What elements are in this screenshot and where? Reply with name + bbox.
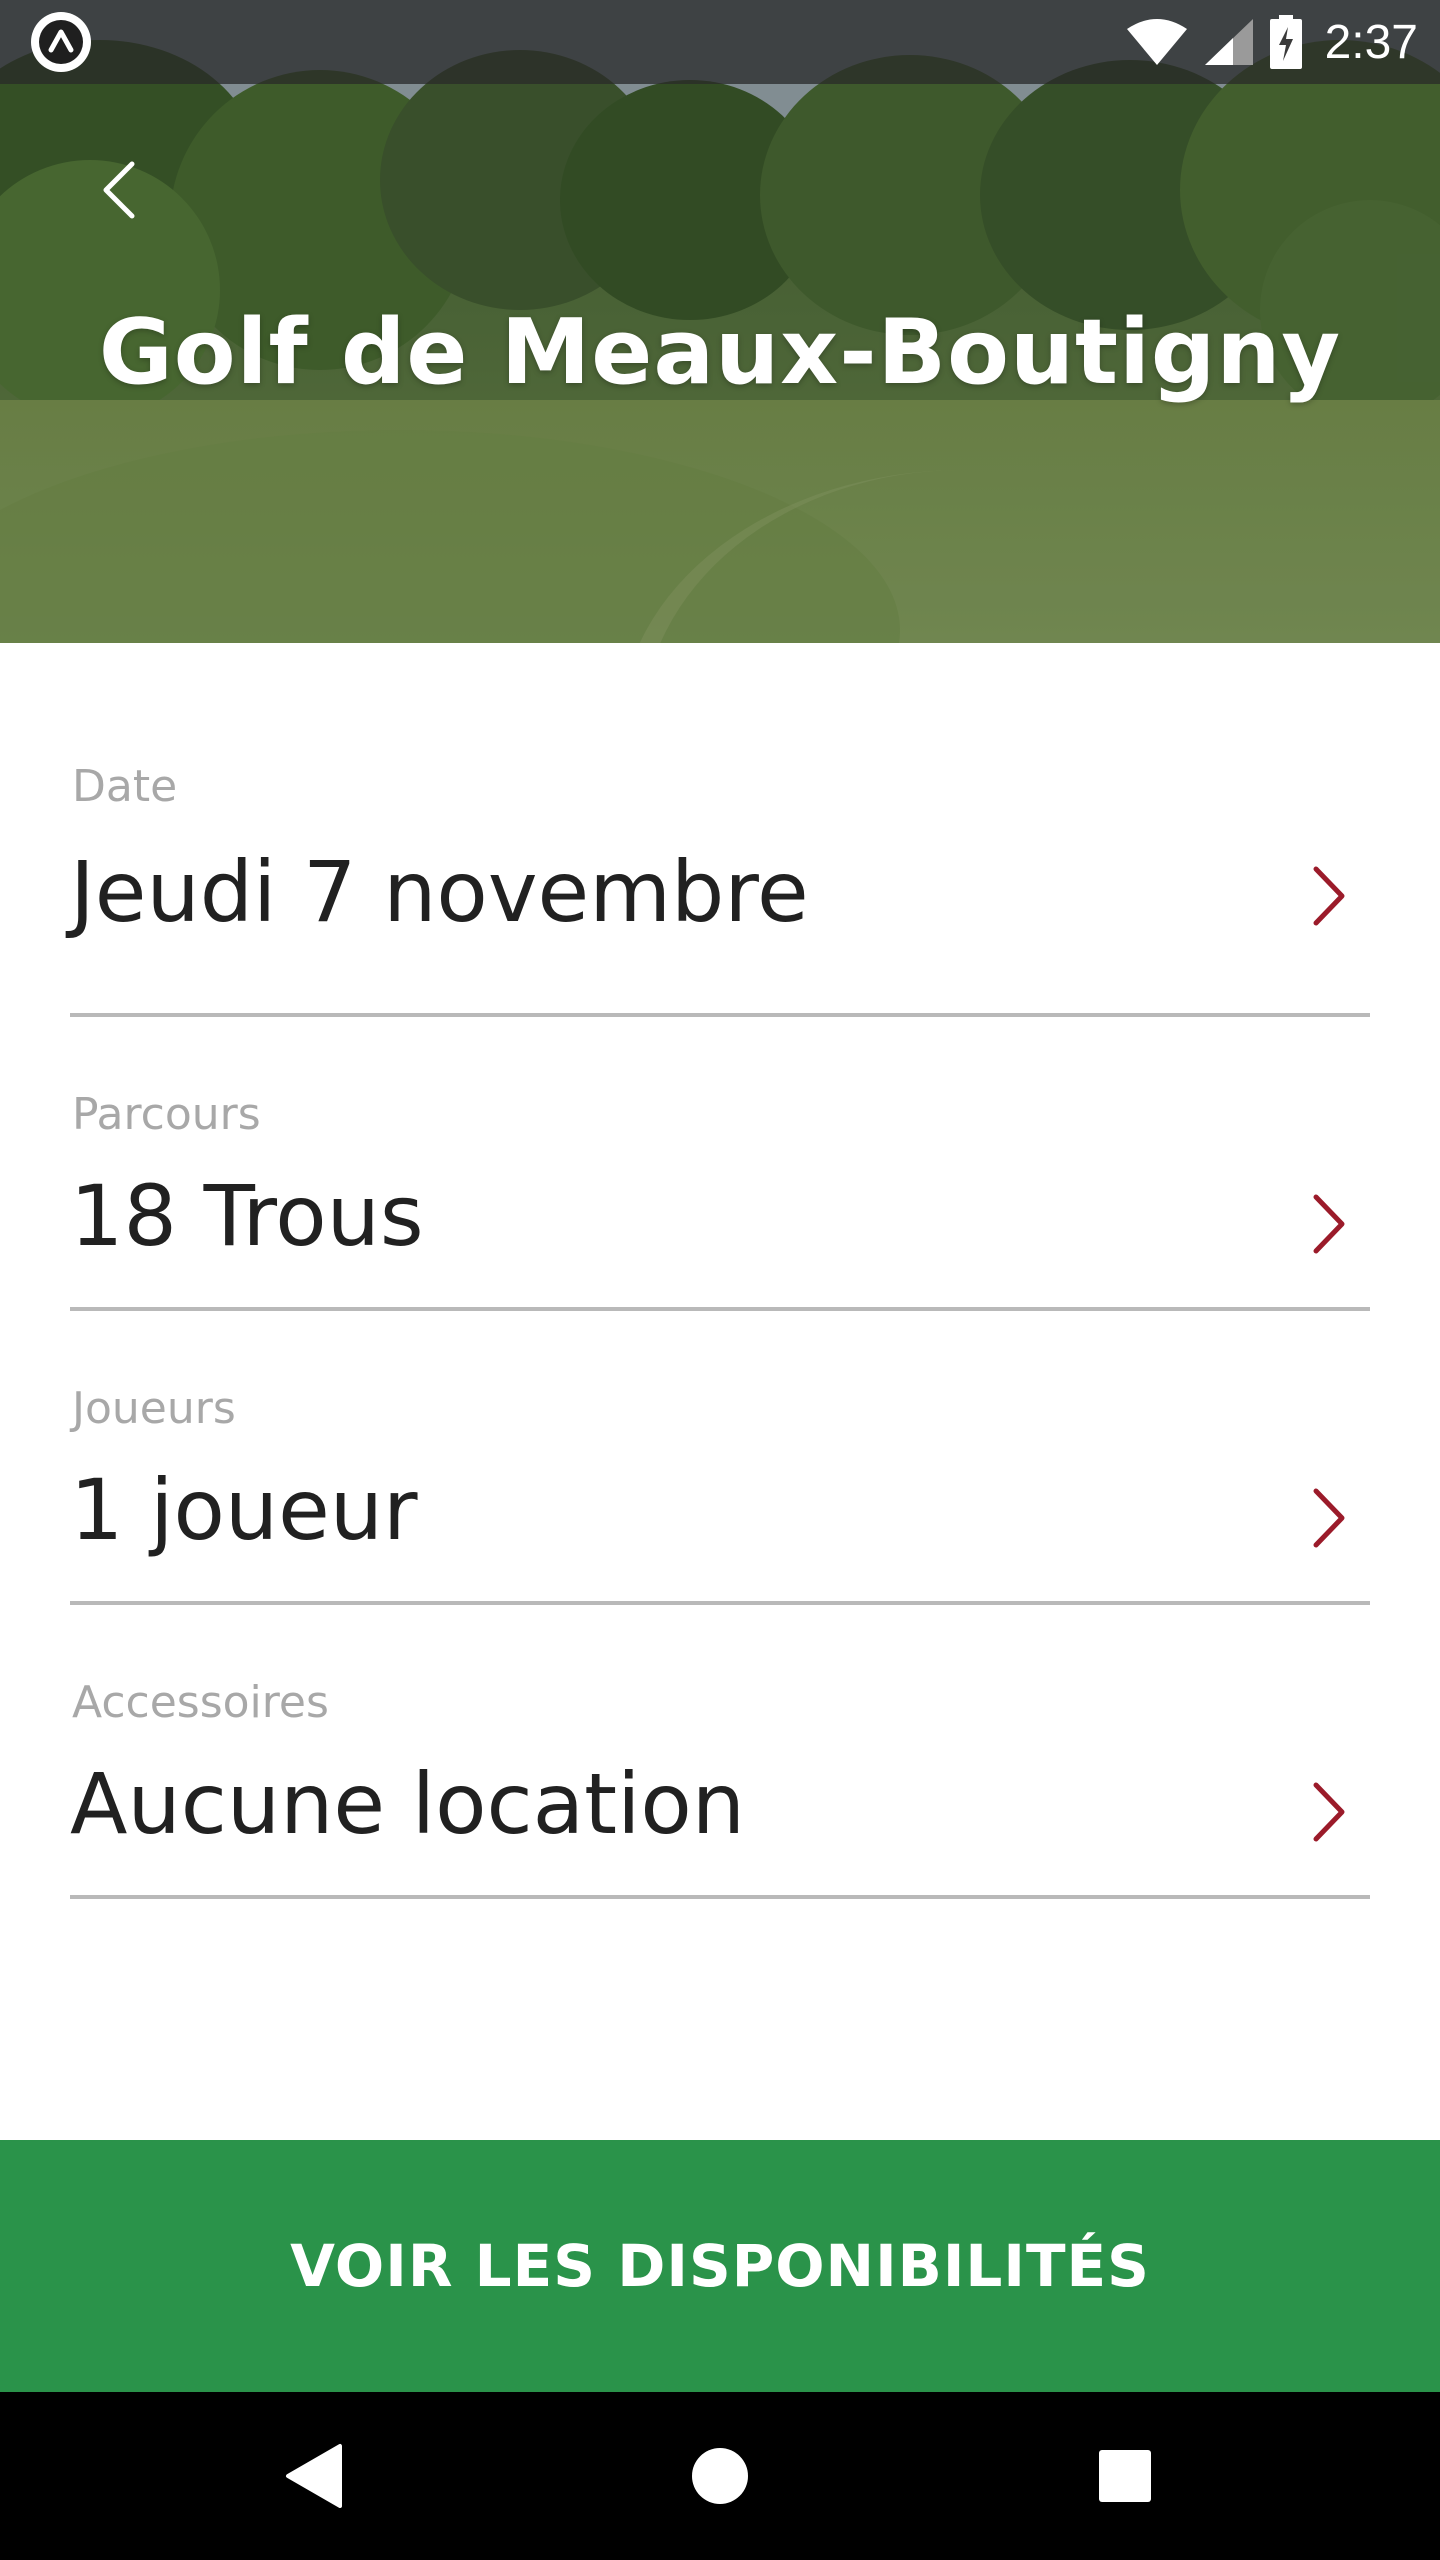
course-row[interactable]: Parcours 18 Trous bbox=[70, 1017, 1370, 1311]
chevron-right-icon bbox=[1313, 1194, 1345, 1254]
chevron-right-icon bbox=[1313, 1782, 1345, 1842]
course-label: Parcours bbox=[72, 1089, 261, 1140]
date-label: Date bbox=[72, 761, 178, 812]
wifi-icon bbox=[1126, 19, 1187, 65]
accessories-value: Aucune location bbox=[70, 1755, 746, 1853]
nav-home-icon bbox=[692, 2448, 748, 2504]
nav-back-icon bbox=[286, 2444, 342, 2508]
players-row[interactable]: Joueurs 1 joueur bbox=[70, 1311, 1370, 1605]
app-notification-icon bbox=[31, 12, 91, 72]
players-label: Joueurs bbox=[72, 1383, 236, 1434]
cell-signal-icon bbox=[1204, 19, 1253, 65]
nav-back-button[interactable] bbox=[266, 2426, 366, 2526]
status-bar: 2:37 bbox=[0, 0, 1440, 84]
battery-charging-icon bbox=[1269, 15, 1302, 69]
date-value: Jeudi 7 novembre bbox=[70, 843, 809, 941]
back-button[interactable] bbox=[88, 150, 148, 230]
system-nav-bar bbox=[0, 2392, 1440, 2560]
nav-home-button[interactable] bbox=[670, 2426, 770, 2526]
players-value: 1 joueur bbox=[70, 1461, 418, 1559]
accessories-row[interactable]: Accessoires Aucune location bbox=[70, 1605, 1370, 1899]
page-title: Golf de Meaux-Boutigny bbox=[98, 300, 1342, 405]
status-time: 2:37 bbox=[1324, 15, 1418, 69]
date-row[interactable]: Date Jeudi 7 novembre bbox=[70, 643, 1370, 1017]
status-icons: 2:37 bbox=[1111, 0, 1418, 84]
nav-recents-button[interactable] bbox=[1075, 2426, 1175, 2526]
nav-recents-icon bbox=[1099, 2450, 1151, 2502]
chevron-left-icon bbox=[103, 161, 135, 219]
chevron-right-icon bbox=[1313, 1488, 1345, 1548]
accessories-label: Accessoires bbox=[72, 1677, 329, 1728]
chevron-right-icon bbox=[1313, 866, 1345, 926]
check-availability-button[interactable]: VOIR LES DISPONIBILITÉS bbox=[0, 2140, 1440, 2392]
course-value: 18 Trous bbox=[70, 1167, 424, 1265]
booking-form: Date Jeudi 7 novembre Parcours 18 Trous … bbox=[70, 643, 1370, 1899]
